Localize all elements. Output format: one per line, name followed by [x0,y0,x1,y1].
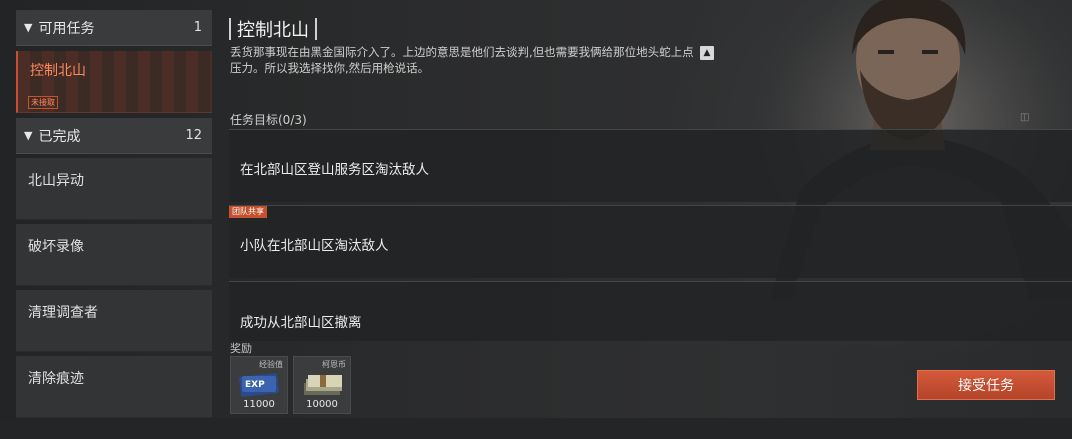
chevron-down-icon: ▼ [24,129,33,142]
page-title: 控制北山 [237,20,309,41]
task-name: 控制北山 [30,63,86,79]
task-item-active[interactable]: 控制北山 未接取 [16,51,212,113]
available-tasks-label: 可用任务 [38,20,95,37]
cash-stack-icon [304,375,342,395]
task-item-completed[interactable]: 清理调查者 [16,290,212,352]
reward-value: 11000 [243,399,275,410]
available-tasks-header[interactable]: ▼ 可用任务 1 [16,10,212,46]
objective-row: 成功从北部山区撤离 [229,281,1072,341]
svg-text:EXP: EXP [245,380,265,390]
completed-tasks-header[interactable]: ▼ 已完成 12 [16,118,212,154]
objective-text: 小队在北部山区淘汰敌人 [240,238,389,254]
objective-text: 成功从北部山区撤离 [240,315,362,331]
status-badge: 未接取 [28,96,58,109]
accept-mission-button[interactable]: 接受任务 [917,370,1055,400]
mission-description: 丢货那事现在由黑金国际介入了。上边的意思是他们去谈判,但也需要我俩给那位地头蛇上… [230,45,694,75]
reward-item-exp[interactable]: 经验值 EXP 11000 [230,356,288,414]
task-item-completed[interactable]: 清除痕迹 [16,356,212,418]
objective-text: 在北部山区登山服务区淘汰敌人 [240,162,429,178]
exp-card-icon: EXP [239,373,279,397]
reward-name: 经验值 [259,360,283,369]
objective-row: 在北部山区登山服务区淘汰敌人 [229,129,1072,202]
reward-value: 10000 [306,399,338,410]
completed-tasks-label: 已完成 [38,128,81,145]
mission-title-bar: 控制北山 [229,16,317,42]
task-name: 北山异动 [28,173,84,189]
rewards-label: 奖励 [230,342,252,355]
objective-row: 团队共享 小队在北部山区淘汰敌人 [229,205,1072,278]
task-item-completed[interactable]: 破坏录像 [16,224,212,286]
task-name: 清除痕迹 [28,371,84,387]
chevron-up-icon: ▲ [703,48,711,58]
completed-tasks-count: 12 [185,128,202,143]
objectives-title: 任务目标(0/3) [230,113,307,127]
available-tasks-count: 1 [193,20,202,35]
collapse-button[interactable]: ▲ [700,46,714,60]
title-divider [229,18,231,40]
team-share-badge: 团队共享 [229,206,267,218]
task-name: 清理调查者 [28,305,98,321]
chevron-down-icon: ▼ [24,21,33,34]
task-name: 破坏录像 [28,239,84,255]
reward-item-cash[interactable]: 柯恩币 10000 [293,356,351,414]
scroll-hint-icon: ◫ [1020,112,1030,123]
title-divider [315,18,317,40]
task-item-completed[interactable]: 北山异动 [16,158,212,220]
bottom-strip [0,418,1072,439]
